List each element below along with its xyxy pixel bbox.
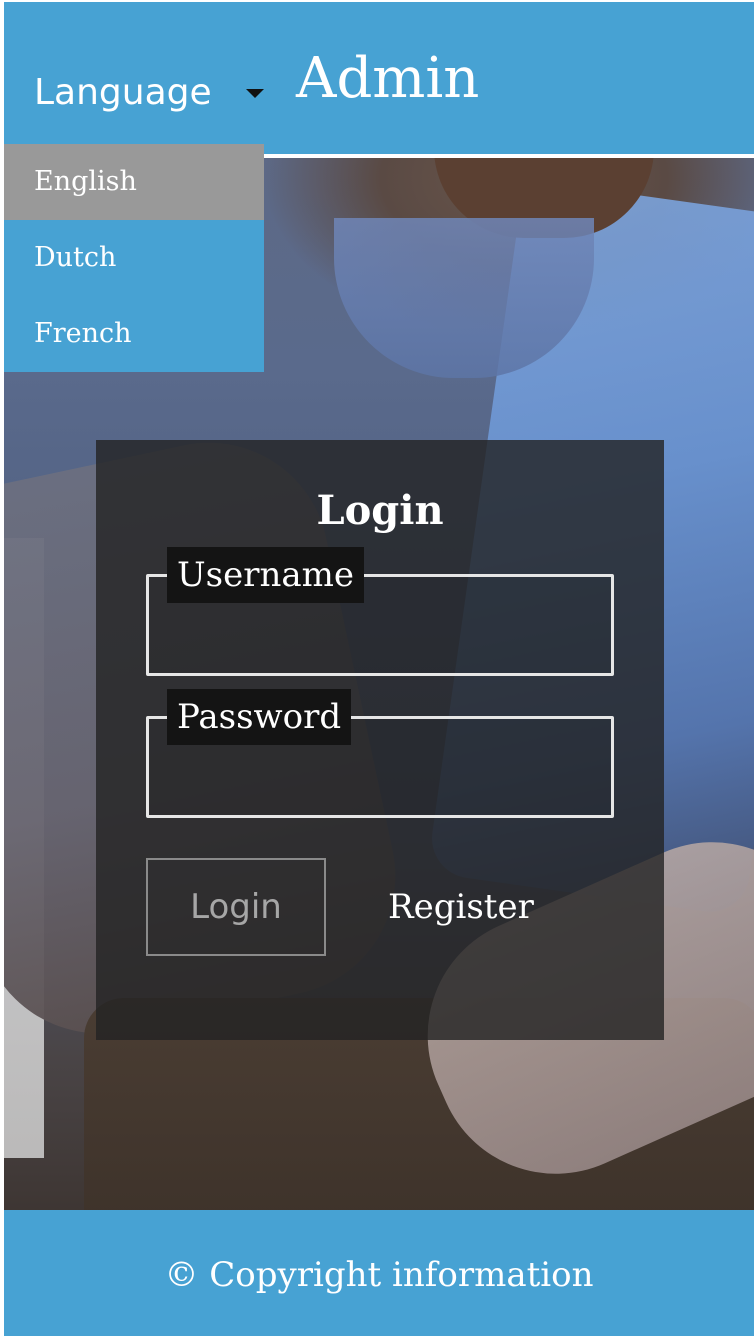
register-link[interactable]: Register xyxy=(388,884,534,930)
app-root: Language Admin English Dutch French Logi… xyxy=(0,0,756,1338)
username-input[interactable] xyxy=(161,617,601,667)
password-field[interactable]: Password xyxy=(146,689,614,818)
language-label: Language xyxy=(34,72,212,113)
language-menu: English Dutch French xyxy=(4,144,264,372)
language-option-french[interactable]: French xyxy=(4,296,264,372)
login-panel: Login Username Password Login Register xyxy=(96,440,664,1040)
copyright-text: © Copyright information xyxy=(164,1255,594,1295)
header-divider xyxy=(264,154,754,158)
username-field[interactable]: Username xyxy=(146,547,614,676)
footer: © Copyright information xyxy=(4,1210,754,1336)
site-title: Admin xyxy=(296,46,480,111)
login-title: Login xyxy=(316,487,444,534)
caret-down-icon xyxy=(246,89,264,98)
language-dropdown-toggle[interactable]: Language xyxy=(34,68,274,120)
language-option-dutch[interactable]: Dutch xyxy=(4,220,264,296)
username-label: Username xyxy=(167,547,365,603)
password-input[interactable] xyxy=(161,759,601,809)
password-label: Password xyxy=(167,689,352,745)
login-button[interactable]: Login xyxy=(146,858,326,956)
language-option-english[interactable]: English xyxy=(4,144,264,220)
